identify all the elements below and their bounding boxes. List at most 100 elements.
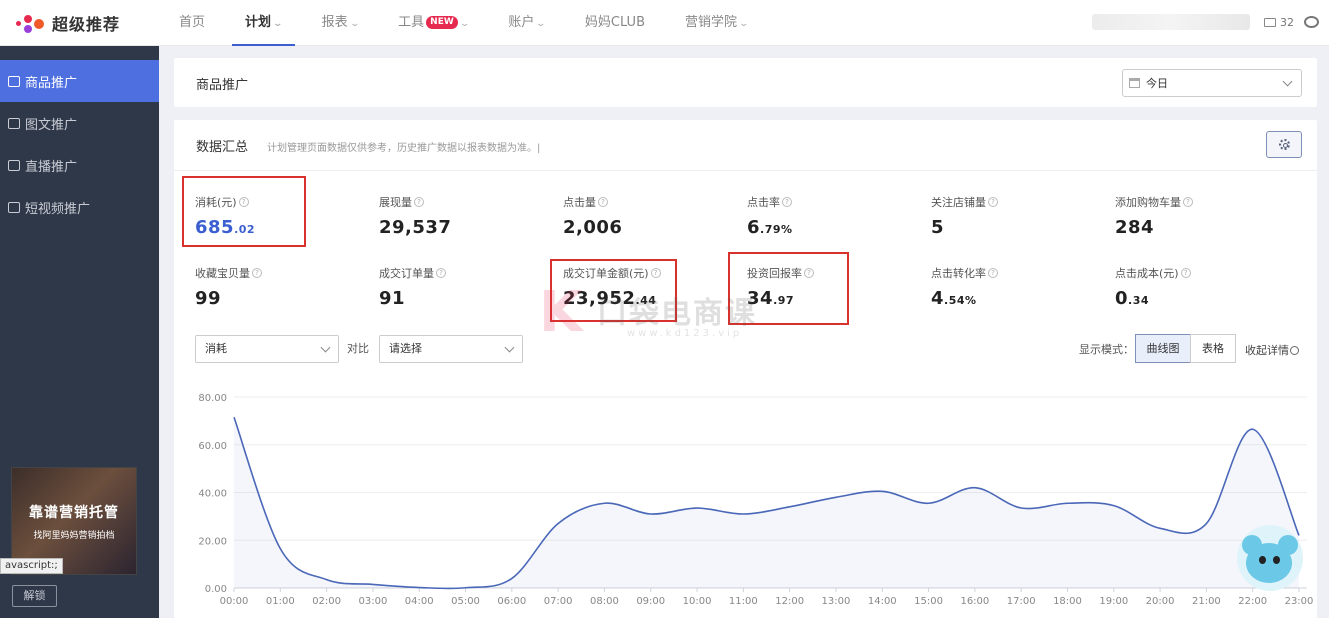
settings-button[interactable] (1266, 131, 1302, 158)
chevron-down-icon: ⌄ (738, 19, 750, 29)
help-icon[interactable]: ? (988, 197, 998, 207)
metric-value-int: 0 (1115, 288, 1129, 309)
metric-label-text: 点击量 (563, 196, 596, 209)
nav-item[interactable]: 工具 NEW ⌄ (385, 0, 481, 46)
x-tick-label: 15:00 (914, 596, 943, 607)
chevron-down-icon: ⌄ (535, 19, 547, 29)
watermark-url: www.kd123.vip (627, 328, 743, 339)
sidebar-item-label: 商品推广 (25, 75, 78, 91)
weibo-icon[interactable] (1304, 16, 1319, 28)
x-tick-label: 05:00 (451, 596, 480, 607)
nav-item[interactable]: 营销学院⌄ (672, 0, 761, 46)
nav-item-label: 工具 (398, 15, 425, 30)
help-icon[interactable]: ? (1180, 268, 1191, 278)
message-icon[interactable] (1264, 17, 1276, 27)
user-area: 32 (1092, 14, 1319, 30)
logo[interactable]: 超级推荐 (14, 11, 120, 35)
help-icon[interactable]: ? (988, 268, 998, 278)
chevron-down-icon (504, 342, 515, 353)
assistant-mascot-icon[interactable] (1237, 525, 1303, 591)
summary-note: 计划管理页面数据仅供参考，历史推广数据以报表数据为准。| (267, 143, 541, 154)
x-tick-label: 04:00 (405, 596, 434, 607)
ad-subtitle: 找阿里妈妈营销拍档 (33, 530, 115, 541)
new-badge: NEW (426, 16, 458, 29)
sidebar-item[interactable]: 短视频推广 (0, 186, 159, 228)
x-tick-label: 18:00 (1053, 596, 1082, 607)
metric-select[interactable]: 消耗 (195, 335, 339, 363)
nav-item-label: 首页 (179, 15, 206, 30)
gear-icon (1279, 139, 1290, 150)
metric: 展现量? 29,537 (379, 194, 549, 238)
metric-value-int: 91 (379, 288, 406, 309)
mode-curve-button[interactable]: 曲线图 (1135, 334, 1191, 363)
metric-label-text: 展现量 (379, 196, 412, 209)
message-count[interactable]: 32 (1280, 16, 1294, 29)
metric-value-int: 5 (931, 217, 945, 238)
chevron-down-icon (320, 342, 331, 353)
x-tick-label: 13:00 (822, 596, 851, 607)
date-range-select[interactable]: 今日 (1122, 69, 1302, 97)
compare-select[interactable]: 请选择 (379, 335, 523, 363)
mode-table-button[interactable]: 表格 (1190, 334, 1236, 363)
help-icon[interactable]: ? (598, 197, 608, 207)
nav-item[interactable]: 妈妈CLUB (572, 0, 658, 46)
unlock-button[interactable]: 解锁 (12, 585, 57, 607)
metric-label: 点击成本(元)? (1115, 265, 1285, 281)
nav-item[interactable]: 账户⌄ (495, 0, 558, 46)
metric-value: 6.79% (747, 217, 917, 238)
metric-label: 点击转化率? (931, 265, 1101, 281)
y-tick-label: 80.00 (198, 393, 227, 404)
metric-label: 点击率? (747, 194, 917, 210)
sidebar-item[interactable]: 商品推广 (0, 60, 159, 102)
x-tick-label: 08:00 (590, 596, 619, 607)
metric-label-text: 收藏宝贝量 (195, 267, 250, 280)
sidebar-item[interactable]: 图文推广 (0, 102, 159, 144)
logo-text: 超级推荐 (52, 15, 121, 34)
help-icon[interactable]: ? (414, 197, 424, 207)
nav-item[interactable]: 报表⌄ (309, 0, 372, 46)
help-icon[interactable]: ? (436, 268, 446, 278)
metric-label-text: 点击率 (747, 196, 780, 209)
y-tick-label: 40.00 (198, 489, 227, 500)
nav-item[interactable]: 首页 (166, 0, 218, 46)
summary-card: 数据汇总 计划管理页面数据仅供参考，历史推广数据以报表数据为准。| 消耗(元)?… (174, 120, 1317, 618)
metric-label: 展现量? (379, 194, 549, 210)
account-name-blurred[interactable] (1092, 14, 1250, 30)
nav-item-label: 妈妈CLUB (584, 15, 645, 30)
menu-icon (8, 159, 20, 171)
x-tick-label: 16:00 (960, 596, 989, 607)
metric-value: 284 (1115, 217, 1285, 238)
x-tick-label: 23:00 (1285, 596, 1314, 607)
metric-value-int: 4 (931, 288, 945, 309)
metric-value-int: 29,537 (379, 217, 452, 238)
x-tick-label: 21:00 (1192, 596, 1221, 607)
help-icon[interactable]: ? (1183, 197, 1193, 207)
x-tick-label: 11:00 (729, 596, 758, 607)
collapse-up-icon (1290, 346, 1299, 355)
x-tick-label: 02:00 (312, 596, 341, 607)
page-header-card: 商品推广 今日 (174, 58, 1317, 107)
divider (174, 170, 1317, 171)
metric-label-text: 点击转化率 (931, 267, 986, 280)
main-nav: 首页 计划⌄ 报表⌄ 工具 NEW ⌄ 账户⌄ 妈妈CLUB 营销学院⌄ (166, 0, 775, 46)
sidebar-item[interactable]: 直播推广 (0, 144, 159, 186)
help-icon[interactable]: ? (252, 268, 262, 278)
metric: 成交订单量? 91 (379, 265, 549, 309)
collapse-details-link[interactable]: 收起详情 (1245, 342, 1299, 358)
metric: 添加购物车量? 284 (1115, 194, 1285, 238)
highlight-box-order-amount (550, 259, 677, 322)
menu-icon (8, 75, 20, 87)
x-tick-label: 09:00 (636, 596, 665, 607)
metric-label: 关注店铺量? (931, 194, 1101, 210)
nav-item[interactable]: 计划⌄ (232, 0, 295, 46)
help-icon[interactable]: ? (782, 197, 792, 207)
metric: 点击量? 2,006 (563, 194, 733, 238)
metric-value-int: 6 (747, 217, 761, 238)
y-tick-label: 60.00 (198, 441, 227, 452)
top-bar: 超级推荐 首页 计划⌄ 报表⌄ 工具 NEW ⌄ 账户⌄ 妈妈CLUB 营销学院⌄ 32 (0, 0, 1329, 46)
trend-chart[interactable]: 80.00 60.00 40.00 20.00 0.0000:00 01:00 02:00 0… (174, 385, 1317, 618)
compare-label: 对比 (347, 342, 369, 355)
x-tick-label: 06:00 (497, 596, 526, 607)
x-tick-label: 22:00 (1238, 596, 1267, 607)
nav-item-label: 营销学院 (684, 15, 737, 30)
